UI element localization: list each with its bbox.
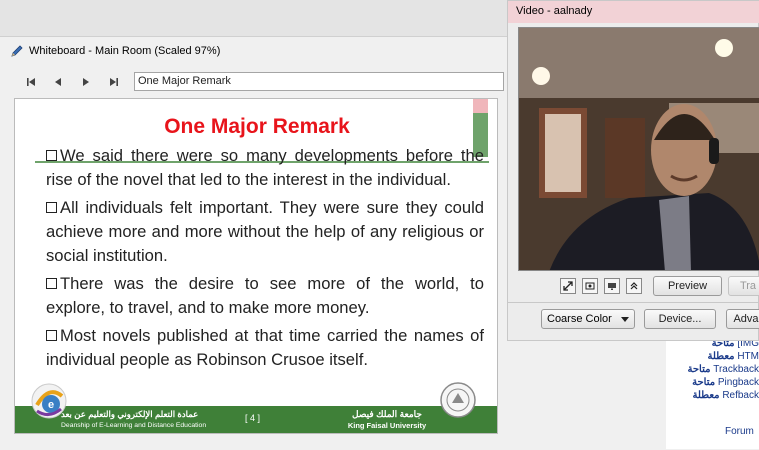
bullet-paragraph: All individuals felt important. They wer… (46, 198, 484, 265)
monitor-icon[interactable] (604, 278, 620, 294)
checkbox-bullet-icon (46, 330, 57, 341)
elearning-logo-icon: e (29, 381, 69, 421)
whiteboard-header: Whiteboard - Main Room (Scaled 97%) (10, 44, 220, 58)
slide-canvas[interactable]: One Major Remark We said there were so m… (14, 98, 498, 434)
first-slide-icon[interactable] (23, 74, 39, 90)
video-feed (518, 27, 759, 271)
svg-text:e: e (48, 399, 54, 411)
list-item[interactable]: متاحة Pingback (680, 376, 759, 389)
forum-link[interactable]: Forum (725, 426, 754, 437)
bullet-paragraph: There was the desire to see more of the … (46, 274, 484, 317)
slide-footer: عمادة التعلم الإلكتروني والتعليم عن بعد … (15, 406, 497, 433)
checkbox-bullet-icon (46, 150, 57, 161)
advanced-button[interactable]: Adva (726, 309, 759, 329)
slide-title-select[interactable]: One Major Remark (134, 72, 504, 91)
preview-button[interactable]: Preview (653, 276, 722, 296)
divider (508, 302, 759, 303)
whiteboard-title: Whiteboard - Main Room (Scaled 97%) (29, 45, 221, 57)
color-mode-select[interactable]: Coarse Color (541, 309, 635, 329)
previous-slide-icon[interactable] (50, 74, 66, 90)
slide-body: We said there were so many developments … (46, 144, 484, 376)
forum-status-list: متاحة [IMG معطلة HTM متاحة Trackback متا… (680, 337, 759, 402)
slide-page-number: [ 4 ] (245, 413, 261, 423)
list-item[interactable]: متاحة Trackback (680, 363, 759, 376)
snapshot-icon[interactable] (582, 278, 598, 294)
bullet-paragraph: Most novels published at that time carri… (46, 326, 484, 369)
slide-decoration (473, 99, 488, 113)
university-label: جامعة الملك فيصل King Faisal University (347, 409, 427, 430)
university-seal-icon (439, 381, 477, 419)
video-title[interactable]: Video - aalnady (508, 1, 759, 23)
video-window: Video - aalnady Preview Tra Coarse Color… (507, 0, 759, 341)
list-item[interactable]: معطلة HTM (680, 350, 759, 363)
resize-icon[interactable] (560, 278, 576, 294)
video-controls: Preview Tra (508, 276, 759, 300)
next-slide-icon[interactable] (78, 74, 94, 90)
deanship-label: عمادة التعلم الإلكتروني والتعليم عن بعد … (61, 409, 207, 429)
list-item[interactable]: معطلة Refback (680, 389, 759, 402)
checkbox-bullet-icon (46, 202, 57, 213)
transmit-button[interactable]: Tra (728, 276, 759, 296)
checkbox-bullet-icon (46, 278, 57, 289)
bullet-paragraph: We said there were so many developments … (46, 146, 484, 189)
slide-title: One Major Remark (164, 115, 350, 138)
device-button[interactable]: Device... (644, 309, 716, 329)
chevron-down-icon (621, 317, 629, 322)
last-slide-icon[interactable] (106, 74, 122, 90)
pencil-icon (10, 44, 24, 58)
expand-icon[interactable] (626, 278, 642, 294)
